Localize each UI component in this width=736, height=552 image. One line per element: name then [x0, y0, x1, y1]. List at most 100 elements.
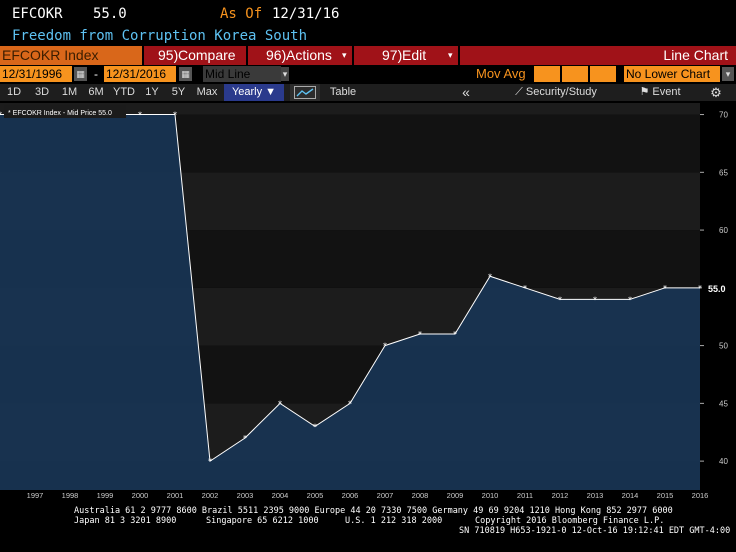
- index-field[interactable]: EFCOKR Index: [0, 46, 144, 65]
- event-button[interactable]: ⚑ Event: [628, 84, 692, 101]
- mov-avg-input-2[interactable]: [562, 66, 588, 82]
- edit-dropdown-icon: ▾: [448, 50, 453, 60]
- study-chart-icon: ⟋: [515, 86, 523, 98]
- actions-label: Actions: [286, 47, 332, 63]
- flag-icon: ⚑: [639, 86, 650, 98]
- back-arrows-icon[interactable]: «: [448, 84, 484, 101]
- footer-contacts-us: U.S. 1 212 318 2000: [345, 516, 443, 526]
- frequency-select[interactable]: Yearly ▼: [224, 84, 284, 101]
- x-tick-label: 1997: [27, 491, 44, 500]
- lower-chart-dropdown-icon[interactable]: ▾: [722, 67, 734, 81]
- data-point: *: [278, 399, 282, 408]
- x-tick-label: 2005: [307, 491, 324, 500]
- calendar-icon[interactable]: ▦: [179, 67, 192, 81]
- period-3d[interactable]: 3D: [28, 84, 56, 101]
- footer-session-info: SN 710819 H653-1921-0 12-Oct-16 19:12:41…: [459, 526, 731, 536]
- data-point: *: [0, 111, 2, 120]
- start-date-input[interactable]: 12/31/1996: [0, 66, 72, 82]
- last-price: 55.0: [93, 6, 127, 22]
- y-tick-label: 65: [719, 168, 728, 177]
- x-tick-label: 2010: [482, 491, 499, 500]
- ticker-label: EFCOKR: [12, 6, 63, 22]
- period-1y[interactable]: 1Y: [139, 84, 165, 101]
- y-tick-label: 60: [719, 226, 728, 235]
- data-point: *: [243, 434, 247, 443]
- x-tick-label: 2000: [132, 491, 149, 500]
- period-row: 1D 3D 1M 6M YTD 1Y 5Y Max Yearly ▼ Table…: [0, 84, 736, 101]
- y-tick-label: 40: [719, 457, 728, 466]
- x-tick-label: 2001: [167, 491, 184, 500]
- compare-num: 95): [158, 47, 179, 63]
- data-point: *: [558, 295, 562, 304]
- x-tick-label: 2002: [202, 491, 219, 500]
- compare-label: Compare: [178, 47, 236, 63]
- data-point: *: [138, 111, 142, 120]
- x-tick-label: 2003: [237, 491, 254, 500]
- x-tick-label: 2008: [412, 491, 429, 500]
- as-of-date: 12/31/16: [272, 6, 340, 22]
- data-point: *: [663, 284, 667, 293]
- footer-contacts-line1: Australia 61 2 9777 8600 Brazil 5511 239…: [74, 506, 673, 516]
- data-point: *: [383, 342, 387, 351]
- x-tick-label: 2004: [272, 491, 289, 500]
- x-tick-label: 2013: [587, 491, 604, 500]
- x-tick-label: 1999: [97, 491, 114, 500]
- data-point: *: [208, 457, 212, 466]
- line-chart-icon[interactable]: [290, 84, 320, 101]
- footer-copyright: Copyright 2016 Bloomberg Finance L.P.: [475, 516, 665, 526]
- x-tick-label: 2011: [517, 491, 533, 500]
- footer-contacts-japan: Japan 81 3 3201 8900: [74, 516, 177, 526]
- as-of-label: As Of: [220, 6, 263, 22]
- security-study-button[interactable]: ⟋ Security/Study: [500, 84, 612, 101]
- period-6m[interactable]: 6M: [83, 84, 109, 101]
- settings-gear-icon[interactable]: ⚙: [704, 84, 728, 101]
- x-tick-label: 2015: [657, 491, 674, 500]
- actions-dropdown-icon: ▾: [342, 50, 347, 60]
- period-1d[interactable]: 1D: [0, 84, 28, 101]
- period-ytd[interactable]: YTD: [109, 84, 139, 101]
- range-row: 12/31/1996 ▦ - 12/31/2016 ▦ Mid Line ▾ M…: [0, 66, 736, 83]
- x-tick-label: 2009: [447, 491, 464, 500]
- x-tick-label: 2016: [692, 491, 709, 500]
- calendar-icon[interactable]: ▦: [74, 67, 87, 81]
- lower-chart-select[interactable]: No Lower Chart: [624, 66, 720, 82]
- data-point: *: [453, 330, 457, 339]
- y-tick-label: 70: [719, 111, 728, 120]
- data-point: *: [628, 295, 632, 304]
- function-toolbar: EFCOKR Index 95) Compare 96) Actions ▾ 9…: [0, 46, 736, 65]
- mov-avg-input-3[interactable]: [590, 66, 616, 82]
- period-1m[interactable]: 1M: [56, 84, 83, 101]
- price-type-dropdown-icon[interactable]: ▾: [281, 67, 289, 81]
- actions-num: 96): [266, 47, 287, 63]
- compare-button[interactable]: 95) Compare: [144, 46, 246, 65]
- mov-avg-input-1[interactable]: [534, 66, 560, 82]
- period-5y[interactable]: 5Y: [165, 84, 192, 101]
- y-tick-label: 50: [719, 342, 728, 351]
- edit-label: Edit: [402, 47, 427, 63]
- x-tick-label: 2007: [377, 491, 394, 500]
- chart-type-label[interactable]: Line Chart: [460, 46, 736, 65]
- data-point: *: [523, 284, 527, 293]
- data-point: *: [348, 399, 352, 408]
- legend-label: * EFCOKR Index - Mid Price 55.0: [8, 110, 112, 117]
- table-button[interactable]: Table: [326, 84, 360, 101]
- security-study-label: Security/Study: [525, 86, 597, 98]
- data-point: *: [418, 330, 422, 339]
- y-tick-label: 45: [719, 399, 728, 408]
- line-chart: *********************4045505560657055.01…: [0, 103, 732, 500]
- data-point: *: [173, 111, 177, 120]
- actions-menu[interactable]: 96) Actions ▾: [248, 46, 352, 65]
- mov-avg-label: Mov Avg: [476, 66, 526, 81]
- data-point: *: [593, 295, 597, 304]
- period-max[interactable]: Max: [192, 84, 222, 101]
- edit-num: 97): [382, 47, 403, 63]
- security-description: Freedom from Corruption Korea South: [12, 28, 308, 44]
- range-separator: -: [94, 67, 98, 81]
- last-value-label: 55.0: [708, 284, 726, 294]
- price-type-select[interactable]: Mid Line: [203, 66, 281, 82]
- x-tick-label: 1998: [62, 491, 79, 500]
- edit-menu[interactable]: 97) Edit ▾: [354, 46, 458, 65]
- footer-contacts-singapore: Singapore 65 6212 1000: [206, 516, 319, 526]
- end-date-input[interactable]: 12/31/2016: [104, 66, 176, 82]
- x-tick-label: 2014: [622, 491, 639, 500]
